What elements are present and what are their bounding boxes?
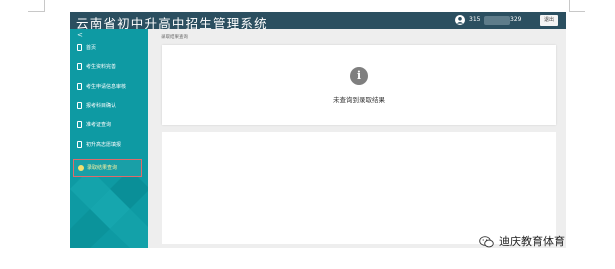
sidebar-item-application-review[interactable]: 考生申请信息审核 [70, 79, 148, 95]
sidebar-item-label: 考生申请信息审核 [86, 84, 127, 90]
watermark-text: 迪庆教育体育 [499, 235, 565, 248]
user-phone-prefix: 315 [469, 16, 481, 23]
document-icon [77, 44, 82, 51]
document-icon [77, 102, 82, 109]
sidebar-item-label: 准考证查询 [86, 122, 112, 128]
active-dot-icon [78, 165, 84, 171]
sidebar-item-label: 报考科目确认 [86, 103, 117, 109]
sidebar-item-label: 初升高志愿填报 [86, 142, 122, 148]
page-margin-mark [44, 0, 45, 12]
sidebar-item-label: 考生资料完善 [86, 64, 117, 70]
ticket-icon [77, 121, 82, 128]
sidebar-item-profile[interactable]: 考生资料完善 [70, 59, 148, 75]
sidebar-collapse-icon[interactable]: < [77, 31, 83, 39]
edit-icon [77, 141, 82, 148]
sidebar: < 首页 考生资料完善 考生申请信息审核 报考科目确认 准考证查询 初升高志愿填… [70, 29, 148, 248]
top-header: 云南省初中升高中招生管理系统 315 329 退出 [70, 12, 566, 31]
user-phone-suffix: 329 [510, 16, 522, 23]
sidebar-item-preference-fill[interactable]: 初升高志愿填报 [70, 137, 148, 153]
info-icon: i [350, 67, 368, 85]
sidebar-item-label: 录取结果查询 [87, 165, 118, 171]
empty-result-message: 未查询到录取结果 [333, 96, 385, 104]
sidebar-item-admission-result[interactable]: 录取结果查询 [73, 159, 142, 177]
page-margin-mark [28, 11, 44, 12]
sidebar-item-label: 首页 [86, 45, 97, 51]
breadcrumb: 录取结果查询 [161, 35, 188, 40]
wechat-icon [479, 236, 494, 248]
phone-redaction-mask [484, 16, 510, 25]
sidebar-item-subject-confirm[interactable]: 报考科目确认 [70, 98, 148, 114]
document-icon [77, 83, 82, 90]
sidebar-diamond-pattern [70, 169, 148, 248]
document-icon [77, 63, 82, 70]
sidebar-item-home[interactable]: 首页 [70, 40, 148, 56]
user-avatar-icon[interactable] [455, 15, 465, 25]
result-card: i 未查询到录取结果 [162, 45, 556, 125]
content-area [162, 132, 556, 244]
sidebar-item-admission-ticket[interactable]: 准考证查询 [70, 117, 148, 133]
logout-button[interactable]: 退出 [540, 15, 558, 26]
app-window: 云南省初中升高中招生管理系统 315 329 退出 < 首页 考生资料完善 考生… [70, 12, 566, 248]
page-margin-mark [569, 11, 585, 12]
